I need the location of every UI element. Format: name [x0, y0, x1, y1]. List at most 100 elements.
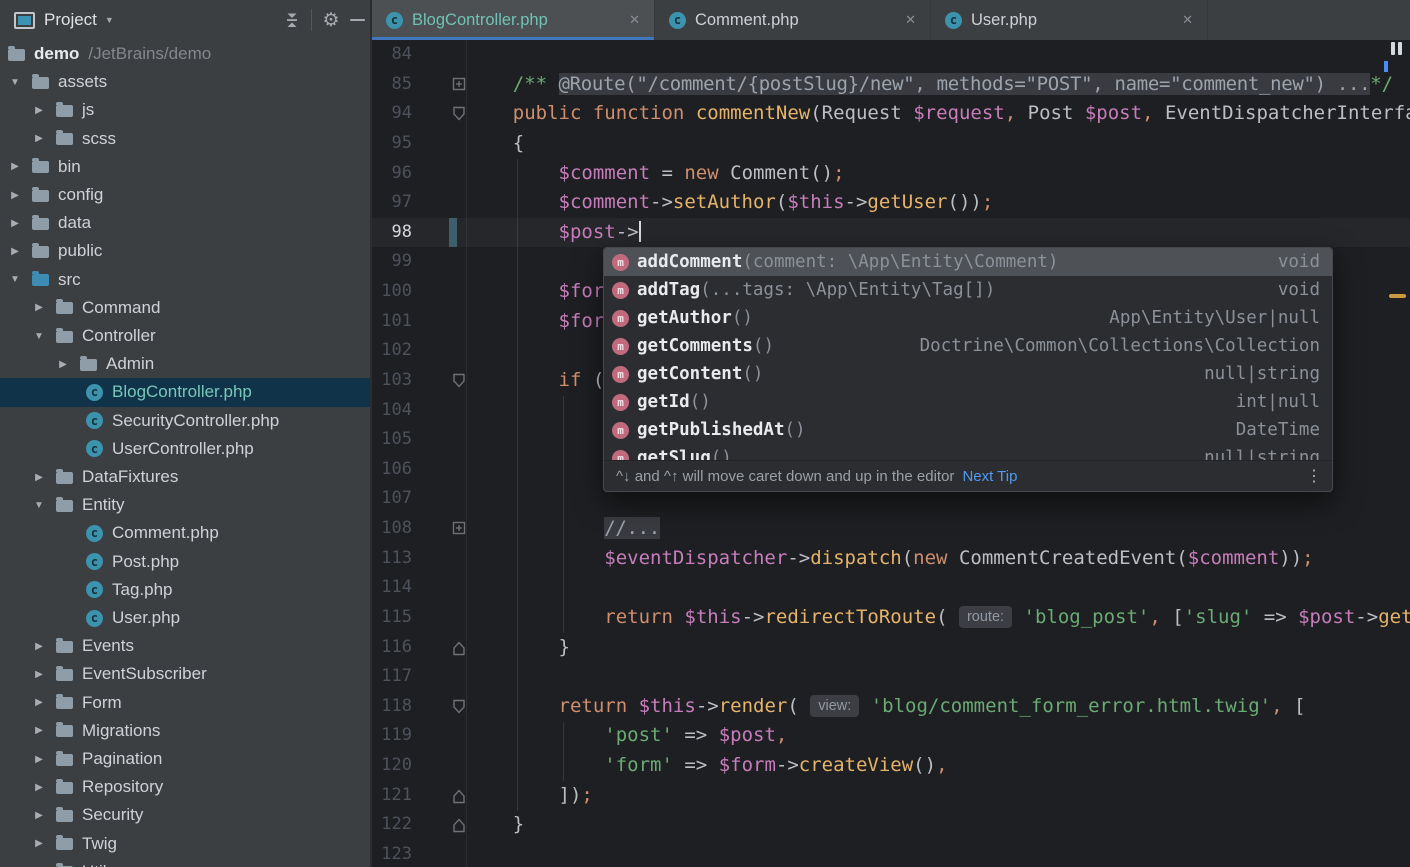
tree-item-scss[interactable]: ▶ scss: [0, 125, 370, 153]
completion-item-getPublishedAt[interactable]: m getPublishedAt() DateTime: [604, 416, 1332, 444]
fold-plus-icon[interactable]: [452, 521, 466, 540]
chevron-right-icon[interactable]: ▶: [8, 190, 22, 201]
tree-item-assets[interactable]: ▼ assets: [0, 68, 370, 96]
tree-item-User.php[interactable]: c User.php: [0, 604, 370, 632]
editor-line-123[interactable]: 123: [372, 840, 1410, 867]
tree-item-Post.php[interactable]: c Post.php: [0, 548, 370, 576]
chevron-right-icon[interactable]: ▶: [32, 105, 46, 116]
tree-item-BlogController.php[interactable]: c BlogController.php: [0, 378, 370, 407]
chevron-down-icon[interactable]: ▼: [32, 331, 46, 342]
tree-item-Repository[interactable]: ▶ Repository: [0, 773, 370, 801]
fold-end-icon[interactable]: [452, 788, 466, 809]
chevron-right-icon[interactable]: ▶: [8, 246, 22, 257]
editor-line-84[interactable]: 84: [372, 40, 1410, 70]
tree-item-Controller[interactable]: ▼ Controller: [0, 322, 370, 350]
tab-User.php[interactable]: c User.php ✕: [931, 0, 1208, 40]
tree-item-Comment.php[interactable]: c Comment.php: [0, 519, 370, 547]
editor-line-121[interactable]: 121 ]);: [372, 781, 1410, 811]
completion-item-getSlug[interactable]: m getSlug() null|string: [604, 444, 1332, 460]
editor-line-122[interactable]: 122 }: [372, 810, 1410, 840]
tree-item-Form[interactable]: ▶ Form: [0, 689, 370, 717]
collapse-all-icon[interactable]: [279, 7, 305, 33]
gear-icon[interactable]: ⚙: [318, 7, 344, 33]
tree-item-demo[interactable]: demo/JetBrains/demo: [0, 40, 370, 68]
tree-item-js[interactable]: ▶ js: [0, 96, 370, 124]
tree-item-EventSubscriber[interactable]: ▶ EventSubscriber: [0, 660, 370, 688]
chevron-right-icon[interactable]: ▶: [32, 754, 46, 765]
chevron-down-icon[interactable]: ▼: [8, 274, 22, 285]
completion-item-getContent[interactable]: m getContent() null|string: [604, 360, 1332, 388]
chevron-right-icon[interactable]: ▶: [32, 472, 46, 483]
next-tip-link[interactable]: Next Tip: [962, 468, 1017, 485]
tree-item-config[interactable]: ▶ config: [0, 181, 370, 209]
editor-line-119[interactable]: 119 'post' => $post,: [372, 721, 1410, 751]
tree-item-DataFixtures[interactable]: ▶ DataFixtures: [0, 463, 370, 491]
chevron-right-icon[interactable]: ▶: [32, 782, 46, 793]
kebab-menu-icon[interactable]: ⋮: [1306, 466, 1322, 486]
editor-line-108[interactable]: 108 //...: [372, 514, 1410, 544]
chevron-right-icon[interactable]: ▶: [32, 838, 46, 849]
editor-line-97[interactable]: 97 $comment->setAuthor($this->getUser())…: [372, 188, 1410, 218]
chevron-right-icon[interactable]: ▶: [8, 161, 22, 172]
editor-line-120[interactable]: 120 'form' => $form->createView(),: [372, 751, 1410, 781]
chevron-right-icon[interactable]: ▶: [8, 218, 22, 229]
tab-BlogController.php[interactable]: c BlogController.php ✕: [372, 0, 655, 40]
close-icon[interactable]: ✕: [615, 12, 640, 28]
editor-line-85[interactable]: 85 /** @Route("/comment/{postSlug}/new",…: [372, 70, 1410, 100]
tab-Comment.php[interactable]: c Comment.php ✕: [655, 0, 931, 40]
tree-item-SecurityController.php[interactable]: c SecurityController.php: [0, 407, 370, 435]
editor-line-115[interactable]: 115 return $this->redirectToRoute( route…: [372, 603, 1410, 633]
tree-item-UserController.php[interactable]: c UserController.php: [0, 435, 370, 463]
fold-start-icon[interactable]: [452, 373, 466, 394]
editor-line-95[interactable]: 95 {: [372, 129, 1410, 159]
chevron-right-icon[interactable]: ▶: [32, 133, 46, 144]
completion-item-getAuthor[interactable]: m getAuthor() App\Entity\User|null: [604, 304, 1332, 332]
chevron-right-icon[interactable]: ▶: [32, 302, 46, 313]
editor-line-98[interactable]: 98 $post->: [372, 217, 1410, 248]
completion-item-addComment[interactable]: m addComment (comment: \App\Entity\Comment…: [604, 248, 1332, 276]
chevron-right-icon[interactable]: ▶: [32, 641, 46, 652]
close-icon[interactable]: ✕: [1168, 12, 1193, 28]
chevron-down-icon[interactable]: ▼: [105, 15, 114, 25]
editor-line-96[interactable]: 96 $comment = new Comment();: [372, 159, 1410, 189]
scrollbar-change-marker[interactable]: [1384, 61, 1388, 72]
chevron-right-icon[interactable]: ▶: [32, 810, 46, 821]
tree-item-Security[interactable]: ▶ Security: [0, 801, 370, 829]
completion-item-getId[interactable]: m getId() int|null: [604, 388, 1332, 416]
fold-start-icon[interactable]: [452, 106, 466, 127]
tree-item-src[interactable]: ▼ src: [0, 266, 370, 294]
tree-item-data[interactable]: ▶ data: [0, 209, 370, 237]
tree-item-Utils[interactable]: ▶Utils: [0, 858, 370, 867]
tree-item-Migrations[interactable]: ▶ Migrations: [0, 717, 370, 745]
tree-item-Events[interactable]: ▶ Events: [0, 632, 370, 660]
tree-item-Command[interactable]: ▶ Command: [0, 294, 370, 322]
fold-end-icon[interactable]: [452, 640, 466, 661]
completion-item-addTag[interactable]: m addTag (...tags: \App\Entity\Tag[]) void: [604, 276, 1332, 304]
fold-start-icon[interactable]: [452, 699, 466, 720]
chevron-right-icon[interactable]: ▶: [32, 669, 46, 680]
editor-line-114[interactable]: 114: [372, 573, 1410, 603]
close-icon[interactable]: ✕: [891, 12, 916, 28]
hide-panel-icon[interactable]: [344, 7, 370, 33]
tree-item-Admin[interactable]: ▶ Admin: [0, 350, 370, 378]
editor-line-118[interactable]: 118 return $this->render( view: 'blog/co…: [372, 692, 1410, 722]
tree-item-Twig[interactable]: ▶ Twig: [0, 830, 370, 858]
pause-icon[interactable]: [1391, 42, 1405, 55]
editor-line-116[interactable]: 116 }: [372, 633, 1410, 663]
fold-end-icon[interactable]: [452, 817, 466, 838]
tree-item-Entity[interactable]: ▼ Entity: [0, 491, 370, 519]
editor-line-117[interactable]: 117: [372, 662, 1410, 692]
chevron-down-icon[interactable]: ▼: [32, 500, 46, 511]
chevron-right-icon[interactable]: ▶: [32, 725, 46, 736]
scrollbar-warning-marker[interactable]: [1389, 294, 1406, 298]
fold-plus-icon[interactable]: [452, 77, 466, 96]
tree-item-Tag.php[interactable]: c Tag.php: [0, 576, 370, 604]
chevron-down-icon[interactable]: ▼: [8, 77, 22, 88]
tree-item-Pagination[interactable]: ▶ Pagination: [0, 745, 370, 773]
editor-line-113[interactable]: 113 $eventDispatcher->dispatch(new Comme…: [372, 544, 1410, 574]
editor-line-94[interactable]: 94 public function commentNew(Request $r…: [372, 99, 1410, 129]
completion-item-getComments[interactable]: m getComments() Doctrine\Common\Collection…: [604, 332, 1332, 360]
tree-item-bin[interactable]: ▶ bin: [0, 153, 370, 181]
chevron-right-icon[interactable]: ▶: [32, 697, 46, 708]
chevron-right-icon[interactable]: ▶: [56, 359, 70, 370]
